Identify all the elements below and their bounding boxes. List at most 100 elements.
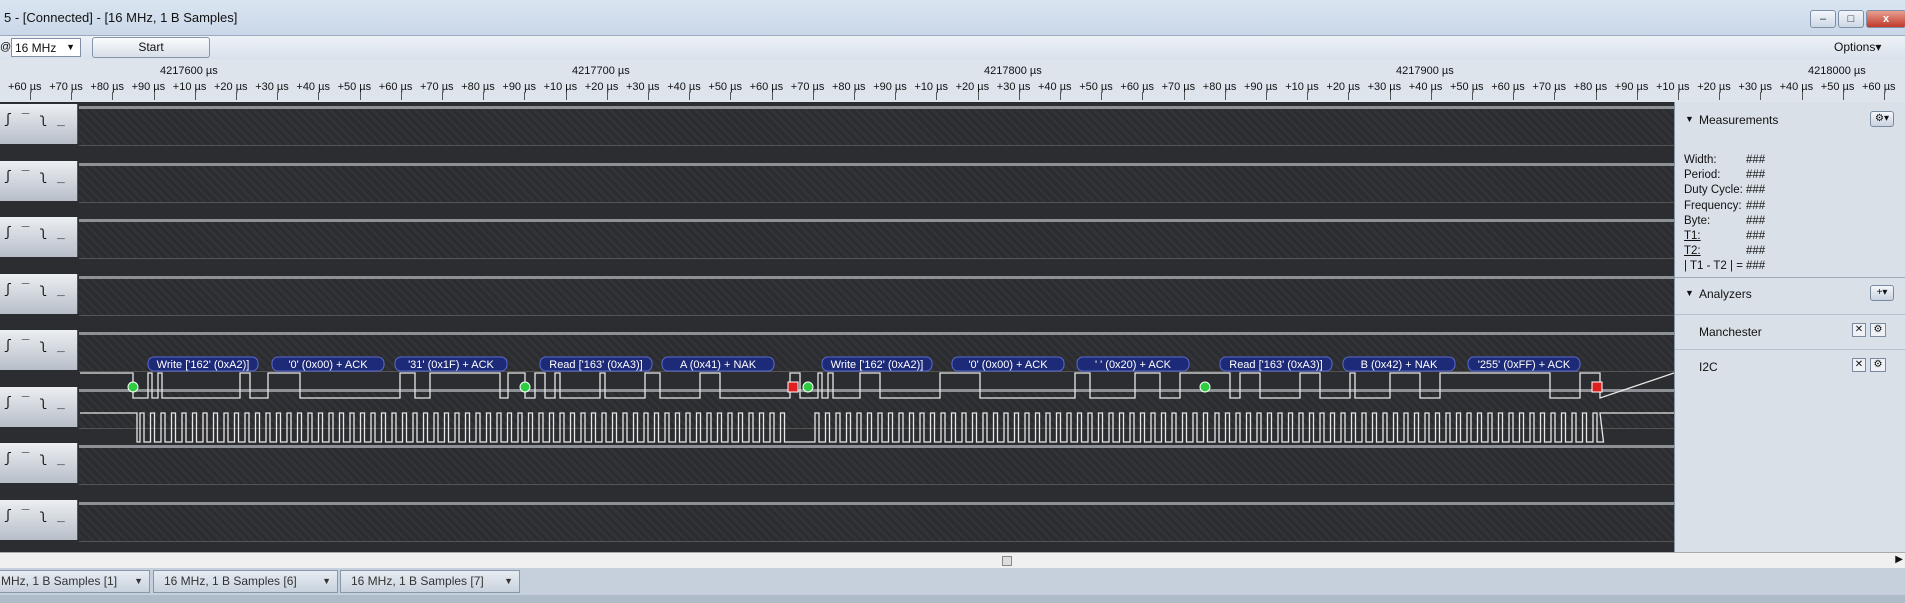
session-tab-label: 16 MHz, 1 B Samples [7] [351,574,484,588]
ruler-tick [648,92,649,100]
ruler-minor-label: +30 µs [1738,81,1772,93]
ruler-tick [1224,92,1226,100]
measurement-label: Duty Cycle: [1684,184,1743,197]
measurement-row: Byte: ### [1684,215,1765,227]
status-bar [0,595,1905,603]
stop-condition-marker [1591,381,1603,393]
session-tab[interactable]: 16 MHz, 1 B Samples [7] ▼ [340,570,520,593]
title-bar: 5 - [Connected] - [16 MHz, 1 B Samples] … [0,0,1905,36]
session-tab[interactable]: MHz, 1 B Samples [1] ▼ [0,570,150,593]
ruler-minor-label: +80 µs [1202,81,1237,93]
measurement-value: ### [1746,154,1766,166]
ruler-tick [1554,92,1556,100]
ruler-minor-label: +80 µs [1573,81,1608,93]
window-title: 5 - [Connected] - [16 MHz, 1 B Samples] [4,10,238,25]
measurement-row: T2: ### [1684,245,1765,257]
remove-analyzer-icon[interactable]: ✕ [1852,323,1866,337]
ruler-minor-label: +70 µs [1161,81,1196,93]
ruler-minor-label: +80 µs [461,81,495,93]
chevron-down-icon[interactable]: ▼ [504,571,513,592]
scroll-thumb[interactable] [1002,556,1012,566]
sample-rate-value: 16 MHz [15,41,57,55]
ruler-minor-label: +60 µs [749,81,784,93]
ruler-minor-label: +10 µs [1656,81,1690,93]
measurement-row: T1: ### [1684,230,1765,242]
measurement-row: Frequency: ### [1684,200,1765,212]
measurement-value: ### [1746,214,1766,227]
ruler-tick [1636,92,1638,100]
analyzers-header[interactable]: ▼ Analyzers +▾ [1675,282,1905,306]
ruler-minor-label: +30 µs [255,81,289,93]
options-menu[interactable]: Options▾ [1834,40,1881,54]
remove-analyzer-icon[interactable]: ✕ [1852,358,1866,372]
measurement-label: Width: [1684,154,1717,166]
i2c-frame-label: A (0x41) + NAK [680,359,757,371]
ruler-tick [1801,92,1803,100]
measurement-value: ### [1746,230,1766,242]
ruler-minor-label: +60 µs [1491,81,1525,93]
ruler-minor-label: +70 µs [420,81,454,93]
close-button[interactable]: x [1866,10,1905,28]
start-condition-marker [519,381,531,393]
sample-rate-select[interactable]: 16 MHz ▼ [11,38,81,57]
ruler-minor-label: +70 µs [790,81,825,93]
ruler-minor-label: +60 µs [8,81,42,93]
ruler-tick [1389,92,1391,100]
measurement-row: Width: ### [1684,154,1765,166]
ruler-minor-label: +50 µs [1079,81,1113,93]
chevron-down-icon: ▼ [66,42,75,52]
analyzer-row[interactable]: I2C ✕ ⚙ [1675,349,1905,383]
horizontal-scrollbar[interactable]: ▶ [0,552,1905,568]
ruler-minor-label: +40 µs [1408,81,1443,93]
measurements-header[interactable]: ▼ Measurements ⚙▾ [1675,108,1905,132]
ruler-tick [606,92,608,100]
ruler-minor-label: +30 µs [1367,81,1402,93]
measurement-row: | T1 - T2 | = ### [1684,260,1765,272]
channel-area[interactable]: ʃ ‾ ʅ _ ʃ ‾ ʅ _ ʃ ‾ ʅ _ ʃ ‾ ʅ _ ʃ ‾ ʅ _ ʃ ‾ ʅ… [0,102,1674,552]
ruler-minor-label: +40 µs [1038,81,1072,93]
i2c-frame-label: Read ['163' (0xA3)] [1229,359,1322,371]
waveform-overlay: Write ['162' (0xA2)] '0' (0x00) + ACK '31'… [80,356,1674,443]
chevron-down-icon[interactable]: ▼ [322,571,331,592]
ruler-minor-label: +30 µs [996,81,1031,93]
ruler-tick [565,92,567,100]
ruler-minor-label: +40 µs [667,81,701,93]
sda-waveform [80,372,1674,399]
scroll-right-icon[interactable]: ▶ [1895,554,1903,565]
ruler-minor-label: +40 µs [1779,81,1814,93]
add-analyzer-icon[interactable]: +▾ [1870,285,1894,301]
i2c-frame-label: Read ['163' (0xA3)] [549,359,642,371]
ruler-tick [689,92,691,100]
ruler-tick [771,92,773,100]
chevron-down-icon[interactable]: ▼ [134,571,143,592]
ruler-tick [730,92,732,100]
maximize-button[interactable]: □ [1838,10,1864,28]
ruler-minor-label: +90 µs [502,81,536,93]
ruler-tick [524,92,526,100]
start-button[interactable]: Start [92,37,210,58]
analyzers-title: Analyzers [1699,287,1752,301]
ruler-tick [277,92,279,100]
minimize-button[interactable]: – [1810,10,1836,28]
gear-icon[interactable]: ⚙ [1870,323,1886,337]
ruler-tick [359,92,361,100]
ruler-minor-label: +80 µs [832,81,866,93]
measurement-label: T1: [1684,230,1701,242]
ruler-minor-label: +90 µs [1244,81,1278,93]
ruler-tick [1884,92,1885,100]
analyzer-row[interactable]: Manchester ✕ ⚙ [1675,314,1905,348]
ruler-tick [1595,92,1597,100]
session-tab[interactable]: 16 MHz, 1 B Samples [6] ▼ [153,570,338,593]
ruler-minor-label: +90 µs [873,81,907,93]
time-ruler: 4217600 µs 4217700 µs 4217800 µs 4217900 µs… [0,59,1905,102]
ruler-minor-label: +60 µs [1862,81,1896,93]
gear-icon[interactable]: ⚙▾ [1870,111,1894,127]
i2c-frame-label: '0' (0x00) + ACK [288,359,368,371]
collapse-triangle-icon: ▼ [1685,114,1694,124]
collapse-triangle-icon: ▼ [1685,288,1694,298]
ruler-tick [442,92,443,100]
measurement-row: Duty Cycle: ### [1684,184,1765,197]
ruler-minor-label: +70 µs [49,81,83,93]
gear-icon[interactable]: ⚙ [1870,358,1886,372]
ruler-tick [1018,92,1020,100]
